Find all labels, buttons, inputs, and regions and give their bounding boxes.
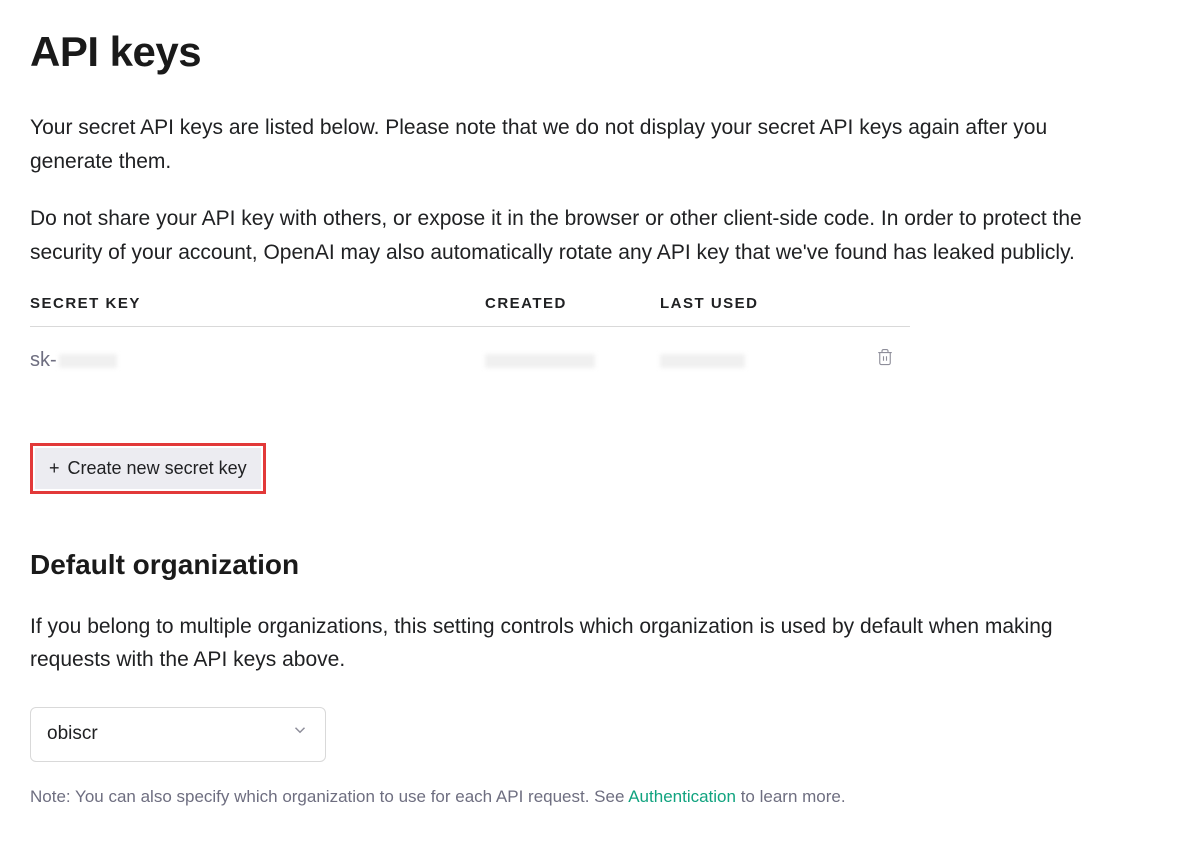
api-keys-table: SECRET KEY CREATED LAST USED sk-: [30, 293, 910, 403]
lastused-redacted: [660, 354, 745, 368]
note-prefix: Note: You can also specify which organiz…: [30, 787, 628, 806]
intro-paragraph-1: Your secret API keys are listed below. P…: [30, 111, 1130, 178]
create-button-label: Create new secret key: [68, 458, 247, 479]
created-redacted: [485, 354, 595, 368]
key-redacted: [59, 354, 117, 368]
org-select-value: obiscr: [47, 720, 98, 749]
trash-icon[interactable]: [876, 349, 910, 371]
header-last-used: LAST USED: [660, 293, 840, 316]
authentication-link[interactable]: Authentication: [628, 787, 736, 806]
cell-last-used: [660, 345, 840, 375]
default-org-select[interactable]: obiscr: [30, 707, 326, 762]
table-row: sk-: [30, 327, 910, 403]
header-secret-key: SECRET KEY: [30, 293, 485, 316]
org-note: Note: You can also specify which organiz…: [30, 784, 1158, 810]
page-title: API keys: [30, 20, 1158, 83]
key-prefix: sk-: [30, 349, 57, 371]
default-org-description: If you belong to multiple organizations,…: [30, 610, 1130, 677]
header-created: CREATED: [485, 293, 660, 316]
chevron-down-icon: [291, 720, 309, 749]
cell-actions: [840, 345, 910, 375]
note-suffix: to learn more.: [736, 787, 846, 806]
cell-created: [485, 345, 660, 375]
plus-icon: +: [49, 458, 60, 479]
default-org-heading: Default organization: [30, 544, 1158, 586]
create-new-secret-key-button[interactable]: + Create new secret key: [35, 448, 261, 489]
cell-secret-key: sk-: [30, 345, 485, 375]
header-actions: [840, 293, 910, 316]
create-button-highlight: + Create new secret key: [30, 443, 266, 494]
table-header-row: SECRET KEY CREATED LAST USED: [30, 293, 910, 327]
intro-paragraph-2: Do not share your API key with others, o…: [30, 202, 1130, 269]
